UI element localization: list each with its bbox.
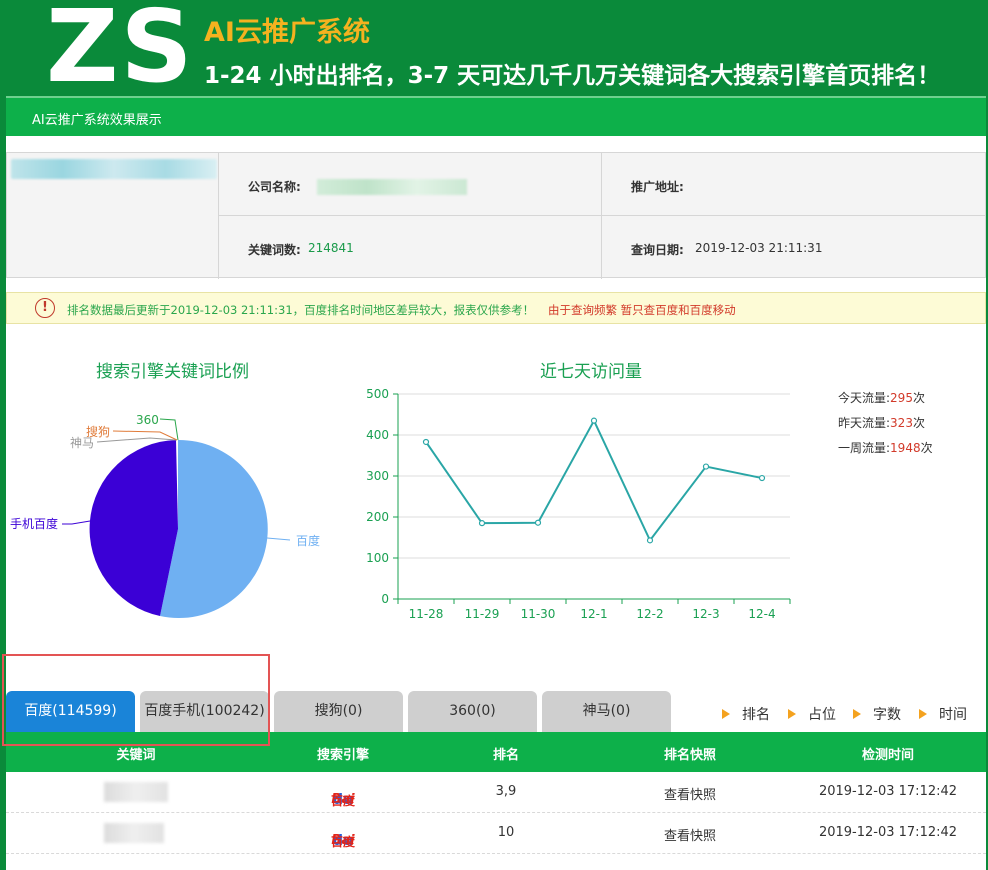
col-keyword: 关键词 [116,748,156,763]
y-tick-label: 400 [366,428,389,442]
y-tick-label: 200 [366,510,389,524]
stat-yesterday: 昨天流量:323次 [838,414,925,431]
stat-yesterday-label: 昨天流量: [838,416,891,430]
y-tick-label: 0 [381,592,389,606]
triangle-icon [722,709,730,719]
data-point [758,474,766,482]
table-row: Bai du 百度 3,9 查看快照 2019-12-03 17:12:42 [6,772,986,813]
stat-week-value: 1948 [890,441,921,455]
stat-yesterday-value: 323 [890,416,913,430]
triangle-icon [853,709,861,719]
sort-rank[interactable]: 排名 [722,704,770,724]
snapshot-link[interactable]: 查看快照 [664,784,716,803]
pie-label-mobile: 手机百度 [10,516,58,531]
x-tick-label: 12-1 [580,607,607,621]
tab-shenma[interactable]: 神马(0) [542,691,671,732]
triangle-icon [788,709,796,719]
stat-week: 一周流量:1948次 [838,439,933,456]
baidu-logo-cn: 百度 [330,835,356,849]
x-tick-label: 12-4 [748,607,775,621]
pie-leader-360 [159,418,179,441]
data-point [590,417,598,424]
baidu-logo-cn: 百度 [330,794,356,808]
triangle-icon [919,709,927,719]
pie-chart: 百度 手机百度 神马 搜狗 360 [10,413,320,618]
data-point [478,520,486,527]
sort-position[interactable]: 占位 [788,704,836,724]
rank-value: 3,9 [495,784,517,799]
stat-unit: 次 [912,416,925,430]
highlight-box [2,654,270,746]
x-tick-label: 12-3 [692,607,719,621]
table-row: Bai du 百度 10 查看快照 2019-12-03 17:12:42 [6,813,986,854]
x-tick-label: 11-29 [465,607,500,621]
check-time: 2019-12-03 17:12:42 [818,784,958,799]
pie-leader-baidu [266,537,291,541]
series-line [425,418,763,543]
line-chart: 0 100 200 300 400 500 11-28 11-29 11-30 12-1 12-2 1… [366,387,791,621]
y-tick-label: 100 [366,551,389,565]
sort-rank-label: 排名 [742,707,770,723]
rank-value: 10 [497,825,515,840]
pie-leader-mobile [62,520,91,525]
col-rank: 排名 [492,748,520,763]
sort-length[interactable]: 字数 [853,704,901,724]
sort-length-label: 字数 [873,707,901,723]
y-tick-label: 500 [366,387,389,401]
y-tick-label: 300 [366,469,389,483]
data-point [702,463,710,470]
col-snapshot: 排名快照 [663,748,717,763]
data-point [422,438,430,446]
data-point [646,537,654,544]
stat-today-label: 今天流量: [838,391,891,405]
sort-position-label: 占位 [808,707,836,723]
check-time: 2019-12-03 17:12:42 [818,825,958,840]
x-tick-label: 12-2 [636,607,663,621]
sort-time[interactable]: 时间 [919,704,967,724]
tab-sogou[interactable]: 搜狗(0) [274,691,403,732]
stat-week-label: 一周流量: [838,441,891,455]
blurred-keyword [104,782,168,802]
pie-label-360: 360 [136,413,159,427]
stat-unit: 次 [920,441,933,455]
x-tick-label: 11-30 [521,607,556,621]
stat-today: 今天流量:295次 [838,389,925,406]
col-time: 检测时间 [861,748,915,763]
pie-slice-mobile[interactable] [89,440,178,616]
stat-unit: 次 [912,391,925,405]
x-tick-label: 11-28 [409,607,444,621]
snapshot-link[interactable]: 查看快照 [664,825,716,844]
col-engine: 搜索引擎 [316,748,370,763]
pie-label-sogou: 搜狗 [86,424,110,439]
tab-360[interactable]: 360(0) [408,691,537,732]
data-point [534,519,542,526]
pie-label-baidu: 百度 [296,533,320,548]
stat-today-value: 295 [890,391,913,405]
sort-time-label: 时间 [939,707,967,723]
blurred-keyword [104,823,164,843]
